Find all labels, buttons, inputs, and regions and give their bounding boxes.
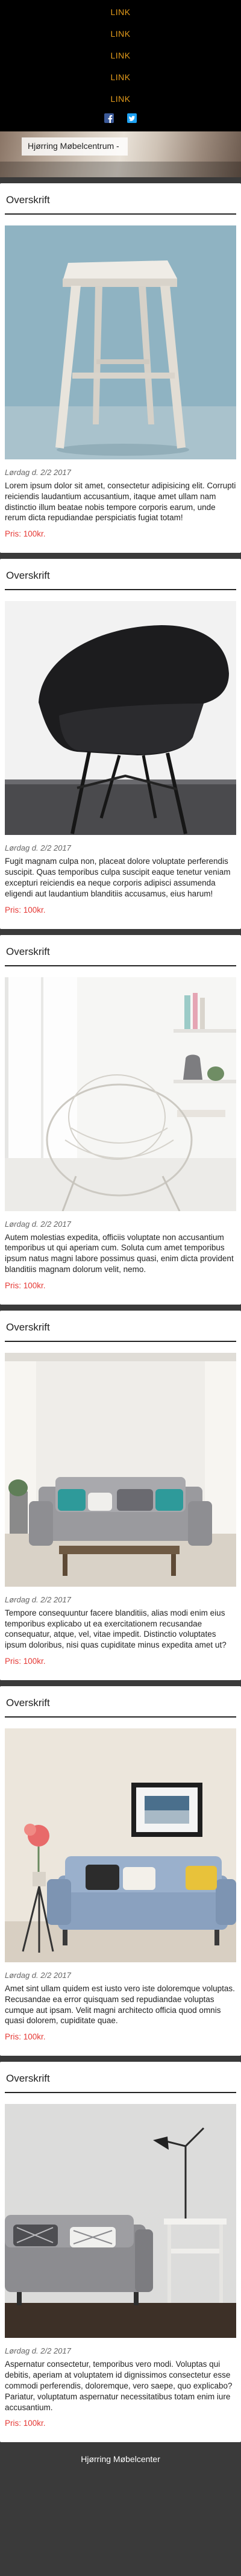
card-price: Pris: 100kr. xyxy=(5,529,46,539)
card-date: Lørdag d. 2/2 2017 xyxy=(5,2346,71,2356)
hero-banner: Hjørring Møbelcentrum - xyxy=(0,131,241,177)
nav-link-2[interactable]: LINK xyxy=(110,29,130,39)
title-divider xyxy=(5,2092,236,2094)
card-text: Fugit magnam culpa non, placeat dolore v… xyxy=(5,857,231,898)
card-text: Lorem ipsum dolor sit amet, consectetur … xyxy=(5,481,236,523)
card-title: Overskrift xyxy=(6,1321,50,1333)
product-image-stool xyxy=(5,225,236,459)
product-card: Overskrift xyxy=(0,934,241,1305)
card-text: Amet sint ullam quidem est iusto vero is… xyxy=(5,1984,235,2026)
nav-link-list: LINK LINK LINK LINK LINK xyxy=(0,2,241,111)
product-card: Overskrift Lørdag d. 2/2 2017 Lorem ipsu… xyxy=(0,183,241,553)
footer-text: Hjørring Møbelcenter xyxy=(81,2454,160,2464)
card-title: Overskrift xyxy=(6,945,50,957)
card-date: Lørdag d. 2/2 2017 xyxy=(5,843,71,853)
card-date: Lørdag d. 2/2 2017 xyxy=(5,1595,71,1604)
product-list: Overskrift Lørdag d. 2/2 2017 Lorem ipsu… xyxy=(0,177,241,2443)
card-title: Overskrift xyxy=(6,570,50,582)
card-price: Pris: 100kr. xyxy=(5,905,46,915)
card-title: Overskrift xyxy=(6,194,50,206)
nav-link-5[interactable]: LINK xyxy=(110,94,130,104)
social-links xyxy=(0,111,241,131)
title-divider xyxy=(5,1340,236,1342)
card-price: Pris: 100kr. xyxy=(5,2032,46,2042)
top-navigation: LINK LINK LINK LINK LINK xyxy=(0,0,241,131)
title-divider xyxy=(5,213,236,215)
card-price: Pris: 100kr. xyxy=(5,1280,46,1290)
product-card: Overskrift xyxy=(0,1686,241,2056)
card-price: Pris: 100kr. xyxy=(5,1657,46,1666)
card-date: Lørdag d. 2/2 2017 xyxy=(5,1971,71,1980)
facebook-icon[interactable] xyxy=(104,113,114,123)
title-divider xyxy=(5,1716,236,1718)
nav-item: LINK xyxy=(0,68,241,89)
product-image-living-room xyxy=(5,2104,236,2338)
product-image-blue-sofa xyxy=(5,1728,236,1962)
nav-item: LINK xyxy=(0,89,241,111)
card-date: Lørdag d. 2/2 2017 xyxy=(5,1219,71,1229)
nav-item: LINK xyxy=(0,46,241,68)
product-image-grey-sofa xyxy=(5,1352,236,1587)
product-card: Overskrift xyxy=(0,2062,241,2443)
nav-item: LINK xyxy=(0,24,241,46)
card-text: Tempore consequuntur facere blanditiis, … xyxy=(5,1608,227,1650)
nav-link-4[interactable]: LINK xyxy=(110,72,130,82)
card-text: Aspernatur consectetur, temporibus vero … xyxy=(5,2360,233,2412)
brand-name: Hjørring Møbelcentrum - xyxy=(22,137,128,156)
title-divider xyxy=(5,965,236,966)
card-title: Overskrift xyxy=(6,1697,50,1708)
product-card: Overskrift xyxy=(0,1310,241,1680)
card-date: Lørdag d. 2/2 2017 xyxy=(5,468,71,477)
product-image-black-chair xyxy=(5,601,236,836)
twitter-icon[interactable] xyxy=(127,113,137,123)
card-price: Pris: 100kr. xyxy=(5,2419,46,2428)
nav-link-3[interactable]: LINK xyxy=(110,51,130,60)
card-title: Overskrift xyxy=(6,2073,50,2085)
nav-link-1[interactable]: LINK xyxy=(110,7,130,17)
product-image-hoop-chair xyxy=(5,977,236,1211)
page-footer: Hjørring Møbelcenter xyxy=(0,2448,241,2481)
card-text: Autem molestias expedita, officiis volup… xyxy=(5,1232,234,1274)
nav-item: LINK xyxy=(0,2,241,24)
title-divider xyxy=(5,589,236,591)
product-card: Overskrift Lørdag d. 2/2 2017 Fugit magn… xyxy=(0,559,241,929)
